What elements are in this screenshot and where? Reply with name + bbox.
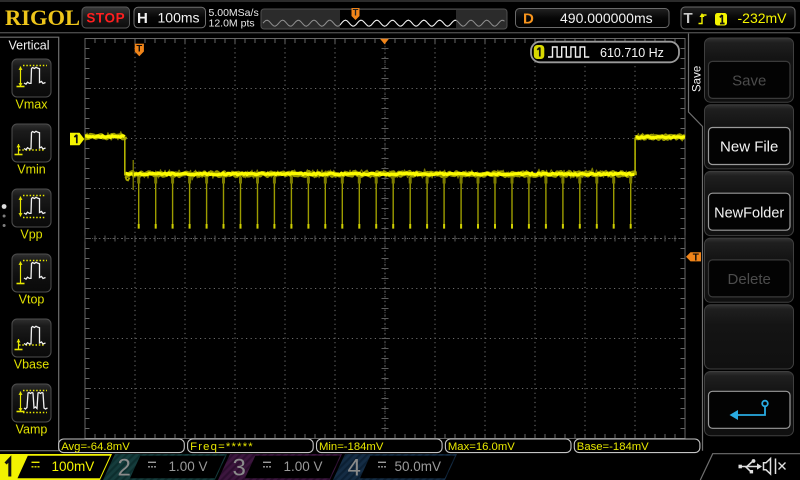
svg-text:Delete: Delete — [728, 271, 771, 288]
svg-text:STOP: STOP — [86, 11, 125, 26]
svg-text:100ms: 100ms — [158, 10, 200, 26]
svg-text:Min=-184mV: Min=-184mV — [319, 441, 384, 453]
svg-text:2: 2 — [118, 455, 131, 480]
svg-text:50.0mV: 50.0mV — [395, 459, 442, 474]
svg-text:Vbase: Vbase — [14, 358, 49, 372]
svg-text:Save: Save — [732, 73, 766, 90]
svg-text:Vmin: Vmin — [17, 163, 46, 177]
svg-text:T: T — [353, 8, 359, 18]
svg-text:490.000000ms: 490.000000ms — [560, 10, 653, 26]
svg-text:Vpp: Vpp — [20, 228, 42, 242]
svg-text:RIGOL: RIGOL — [5, 5, 80, 30]
svg-text:3: 3 — [233, 455, 246, 480]
svg-text:-232mV: -232mV — [738, 10, 788, 26]
svg-text:1.00 V: 1.00 V — [284, 459, 323, 474]
svg-text:12.0M pts: 12.0M pts — [209, 18, 255, 30]
svg-text:New File: New File — [720, 139, 778, 156]
svg-text:100mV: 100mV — [52, 459, 95, 474]
svg-text:Vmax: Vmax — [16, 98, 49, 112]
svg-text:Vtop: Vtop — [19, 293, 45, 307]
svg-text:Max=16.0mV: Max=16.0mV — [448, 441, 515, 453]
svg-text:D: D — [523, 10, 534, 27]
svg-text:610.710 Hz: 610.710 Hz — [600, 46, 664, 60]
svg-text:4: 4 — [348, 455, 361, 480]
svg-text:Freq=*****: Freq=***** — [190, 441, 254, 453]
svg-text:T: T — [136, 43, 142, 54]
svg-text:Avg=-64.8mV: Avg=-64.8mV — [61, 441, 130, 453]
svg-text:Vertical: Vertical — [9, 39, 50, 53]
svg-text:T: T — [693, 253, 699, 264]
svg-text:T: T — [684, 10, 693, 27]
svg-text:Save: Save — [692, 66, 704, 92]
svg-text:NewFolder: NewFolder — [714, 205, 784, 221]
svg-text:1.00 V: 1.00 V — [169, 459, 208, 474]
svg-text:H: H — [137, 10, 148, 27]
svg-text:Vamp: Vamp — [16, 423, 48, 437]
svg-text:Base=-184mV: Base=-184mV — [577, 441, 649, 453]
